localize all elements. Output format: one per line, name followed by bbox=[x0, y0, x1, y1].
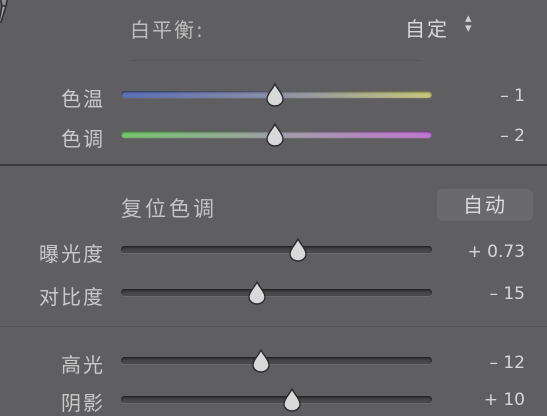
temp-label: 色温 bbox=[61, 87, 105, 111]
temp-slider-thumb[interactable] bbox=[265, 83, 285, 107]
basic-panel: 白平衡: 自定 ▴ ▾ 色温 – 1 色调 – 2 复位色调 自动 曝光度 + 0… bbox=[0, 0, 547, 415]
white-balance-select[interactable]: 自定 bbox=[405, 13, 449, 42]
tint-slider-thumb[interactable] bbox=[265, 123, 285, 147]
tone-divider bbox=[0, 326, 547, 327]
section-divider bbox=[0, 164, 547, 166]
exposure-slider-track[interactable] bbox=[121, 246, 432, 253]
wb-divider bbox=[130, 60, 420, 61]
shadows-slider-thumb[interactable] bbox=[282, 388, 302, 412]
tint-value[interactable]: – 2 bbox=[435, 126, 525, 146]
exposure-value[interactable]: + 0.73 bbox=[435, 242, 526, 262]
contrast-slider-track[interactable] bbox=[121, 289, 432, 296]
exposure-slider-thumb[interactable] bbox=[288, 238, 308, 262]
eyedropper-icon[interactable] bbox=[0, 0, 20, 26]
shadows-label: 阴影 bbox=[61, 391, 105, 415]
auto-button[interactable]: 自动 bbox=[437, 189, 533, 221]
highlights-label: 高光 bbox=[61, 353, 105, 377]
highlights-slider-track[interactable] bbox=[121, 357, 432, 364]
reset-tone-label[interactable]: 复位色调 bbox=[121, 193, 217, 223]
white-balance-label: 白平衡: bbox=[130, 18, 205, 42]
exposure-label: 曝光度 bbox=[39, 242, 105, 266]
contrast-slider-thumb[interactable] bbox=[247, 281, 267, 305]
select-updown-icon[interactable]: ▴ ▾ bbox=[465, 12, 472, 35]
contrast-value[interactable]: – 15 bbox=[435, 284, 525, 304]
highlights-value[interactable]: – 12 bbox=[435, 353, 525, 373]
tint-label: 色调 bbox=[61, 127, 105, 151]
shadows-value[interactable]: + 10 bbox=[435, 390, 525, 410]
temp-value[interactable]: – 1 bbox=[435, 86, 525, 106]
contrast-label: 对比度 bbox=[39, 285, 105, 309]
highlights-slider-thumb[interactable] bbox=[251, 349, 271, 373]
